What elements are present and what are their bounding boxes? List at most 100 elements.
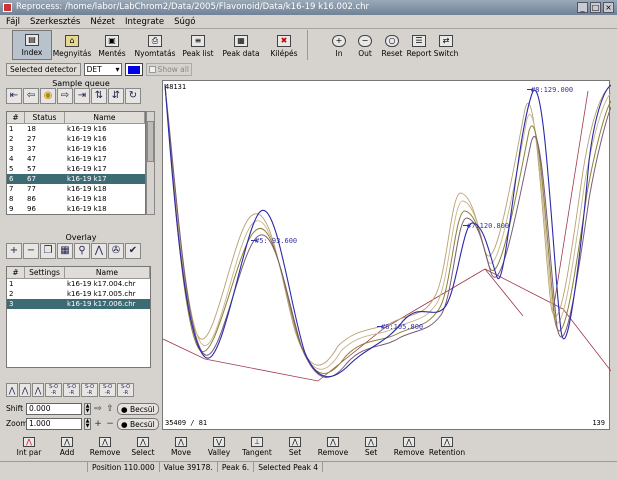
add-peak-icon: ⋀ (61, 437, 73, 447)
table-row[interactable]: 4 47 k16-19 k17 (7, 154, 145, 164)
open-button[interactable]: ⌂ Megnyitás (52, 30, 92, 60)
column-header-status[interactable]: Status (25, 112, 65, 123)
search-icon[interactable]: ⚲ (74, 243, 90, 259)
minimize-icon[interactable]: _ (577, 2, 588, 13)
first-icon[interactable]: ⇤ (6, 88, 22, 104)
column-header-number[interactable]: # (7, 267, 25, 278)
sample-queue-scrollbar[interactable] (146, 111, 155, 215)
peak-data-button[interactable]: ▦ Peak data (218, 30, 264, 60)
peak-scale-icon[interactable]: ⋀ (19, 383, 31, 397)
sort-ascending-icon[interactable]: ⇅ (91, 88, 107, 104)
table-row[interactable]: 1 k16-19 k17.004.chr (7, 279, 150, 289)
table-row[interactable]: 2 27 k16-19 k16 (7, 134, 145, 144)
copy-icon[interactable]: ❐ (40, 243, 56, 259)
tools-icon[interactable]: ✇ (108, 243, 124, 259)
previous-icon[interactable]: ⇦ (23, 88, 39, 104)
shift-r4-icon[interactable]: S-O -R (99, 383, 116, 397)
tangent-button[interactable]: ⊥ Tangent (238, 432, 276, 458)
column-header-settings[interactable]: Settings (25, 267, 65, 278)
zoom-in-button[interactable]: + In (326, 30, 352, 60)
refresh-icon[interactable]: ↻ (125, 88, 141, 104)
scrollbar-thumb[interactable] (147, 121, 154, 162)
cell-name: k16-19 k17.006.chr (67, 300, 136, 308)
remove-baseline-button[interactable]: ⋀ Remove (314, 432, 352, 458)
shift-r2-icon[interactable]: S-O -R (63, 383, 80, 397)
table-row[interactable]: 6 67 k16-19 k17 (7, 174, 145, 184)
remove-marker-button[interactable]: ⋀ Remove (390, 432, 428, 458)
menu-file[interactable]: Fájl (6, 15, 20, 28)
table-icon[interactable]: ▦ (57, 243, 73, 259)
x-range-label: 35409 / 81 (165, 419, 208, 427)
table-row[interactable]: 3 37 k16-19 k16 (7, 144, 145, 154)
table-row[interactable]: 8 86 k16-19 k18 (7, 194, 145, 204)
print-button[interactable]: ⎙ Nyomtatás (132, 30, 178, 60)
set-marker-button[interactable]: ⋀ Set (352, 432, 390, 458)
zoom-input[interactable]: 1.000 (26, 417, 82, 430)
column-header-name[interactable]: Name (65, 267, 150, 278)
remove-peak-button[interactable]: ⋀ Remove (86, 432, 124, 458)
shift-input[interactable]: 0.000 (26, 402, 82, 415)
shift-estimate-button[interactable]: ● Becsül (117, 402, 159, 415)
move-peak-button[interactable]: ⋀ Move (162, 432, 200, 458)
table-row[interactable]: 5 57 k16-19 k17 (7, 164, 145, 174)
minus-icon[interactable]: − (105, 419, 115, 429)
table-row[interactable]: 9 96 k16-19 k18 (7, 204, 145, 214)
main-toolbar: ▤ Index ⌂ Megnyitás ▣ Mentés ⎙ Nyomtatás ≡ Pe… (12, 30, 311, 62)
check-icon[interactable]: ✔ (125, 243, 141, 259)
menu-integrate[interactable]: Integrate (125, 15, 164, 28)
current-icon[interactable]: ◉ (40, 88, 56, 104)
column-header-name[interactable]: Name (65, 112, 145, 123)
cell-name: k16-19 k18 (67, 205, 107, 213)
peak-shift-icon[interactable]: ⋀ (6, 383, 18, 397)
plus-icon[interactable]: + (93, 419, 103, 429)
shift-r5-icon[interactable]: S-O -R (117, 383, 134, 397)
zoom-out-button[interactable]: − Out (352, 30, 378, 60)
cell-n: 2 (9, 290, 14, 298)
show-all-checkbox[interactable]: Show all (145, 63, 192, 76)
minus-icon[interactable]: − (23, 243, 39, 259)
detector-color-button[interactable] (124, 63, 143, 76)
retention-button[interactable]: ⋀ Retention (428, 432, 466, 458)
menu-edit[interactable]: Szerkesztés (30, 15, 80, 28)
table-row[interactable]: 1 18 k16-19 k16 (7, 124, 145, 134)
int-par-button[interactable]: ⋀ Int par (10, 432, 48, 458)
sort-descending-icon[interactable]: ⇵ (108, 88, 124, 104)
exit-button[interactable]: ✖ Kilépés (264, 30, 304, 60)
maximize-icon[interactable]: □ (590, 2, 601, 13)
next-icon[interactable]: ⇨ (57, 88, 73, 104)
index-button[interactable]: ▤ Index (12, 30, 52, 60)
shift-r3-icon[interactable]: S-O -R (81, 383, 98, 397)
peak-label-6[interactable]: #6:105.800 (376, 323, 423, 331)
zoom-reset-button[interactable]: ○ Reset (378, 30, 406, 60)
peak-align-icon[interactable]: ⋀ (32, 383, 44, 397)
peak-icon[interactable]: ⋀ (91, 243, 107, 259)
last-icon[interactable]: ⇥ (74, 88, 90, 104)
table-row[interactable]: 7 77 k16-19 k18 (7, 184, 145, 194)
arrow-right-icon[interactable]: ⇨ (93, 404, 103, 414)
switch-button[interactable]: ⇄ Switch (432, 30, 460, 60)
menu-help[interactable]: Súgó (174, 15, 195, 28)
add-peak-button[interactable]: ⋀ Add (48, 432, 86, 458)
shift-spinner[interactable]: ▲ ▼ (84, 402, 91, 415)
peak-label-8[interactable]: #8:129.000 (526, 86, 573, 94)
valley-button[interactable]: ⋁ Valley (200, 432, 238, 458)
report-button[interactable]: ☰ Report (406, 30, 432, 60)
table-row[interactable]: 3 k16-19 k17.006.chr (7, 299, 150, 309)
shift-r-icon[interactable]: S-O -R (45, 383, 62, 397)
peak-label-5[interactable]: #5: 93.600 (250, 237, 297, 245)
save-button[interactable]: ▣ Mentés (92, 30, 132, 60)
plus-icon[interactable]: + (6, 243, 22, 259)
zoom-estimate-button[interactable]: ● Becsül (117, 417, 159, 430)
zoom-spinner[interactable]: ▲ ▼ (84, 417, 91, 430)
set-baseline-button[interactable]: ⋀ Set (276, 432, 314, 458)
peak-list-button[interactable]: ≡ Peak list (178, 30, 218, 60)
arrow-up-icon[interactable]: ⇧ (105, 404, 115, 414)
close-icon[interactable]: × (603, 2, 614, 13)
detector-select[interactable]: DET (83, 63, 122, 76)
table-row[interactable]: 2 k16-19 k17.005.chr (7, 289, 150, 299)
peak-label-7[interactable]: #7:120.800 (462, 222, 509, 230)
column-header-number[interactable]: # (7, 112, 25, 123)
menu-view[interactable]: Nézet (90, 15, 115, 28)
select-peak-button[interactable]: ⋀ Select (124, 432, 162, 458)
chromatogram-plot[interactable]: 48131 35409 / 81 139 #5: 93.600 #6:105.8… (162, 80, 611, 430)
